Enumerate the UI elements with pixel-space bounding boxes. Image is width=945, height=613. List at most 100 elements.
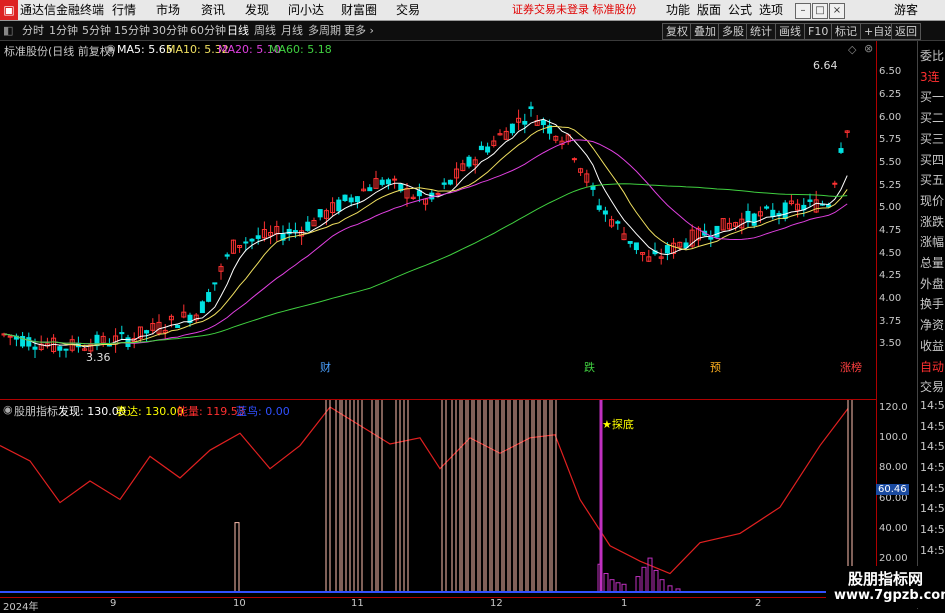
candle-body [348,197,354,203]
quote-column: 委比 3连买一买二买三买四买五现价涨跌涨幅总量外盘换手净资收益自动交易 14:55 1… [917,41,945,609]
purple-bar [603,573,609,593]
indicator-canvas[interactable] [0,391,876,596]
signal-bar [341,391,347,593]
purple-bar [659,579,665,593]
signal-bar [234,522,240,593]
quote-item: 14:55 [920,481,945,495]
indicator-tick: 20.00 [879,553,908,564]
btn-huaxian[interactable]: 画线 [775,23,805,40]
candle-body [224,254,230,257]
quote-item: 14:55 [920,419,945,433]
signal-bar [545,391,551,593]
price-tick: 4.25 [879,270,902,281]
time-axis: 2024年 9 10 11 12 1 2 [0,597,876,613]
menu-gongshi[interactable]: 公式 [728,0,752,20]
tab-fenshi[interactable]: 分时 [22,21,44,40]
signal-bar [455,391,461,593]
tab-5min[interactable]: 5分钟 [82,21,111,40]
marker-zhangbang[interactable]: 涨榜 [840,359,862,375]
candle-body [57,346,63,351]
price-tick: 4.75 [879,225,902,236]
signal-bar [325,391,331,593]
candle-body [807,199,813,202]
tab-30min[interactable]: 30分钟 [152,21,188,40]
menu-shichang[interactable]: 市场 [156,0,180,20]
indicator-toggle-icon[interactable]: ◉ [3,403,13,416]
ma-toggle-icon[interactable]: ◉ [106,42,116,55]
kline-panel[interactable]: 标准股份(日线 前复权) ◉ MA5: 5.65 MA10: 5.32 MA20… [0,41,876,400]
indicator-current-value: 60.46 [876,484,909,495]
signal-bar [473,391,479,593]
maximize-icon[interactable]: □ [812,3,828,19]
btn-f10[interactable]: F10 [804,23,833,40]
tab-weekly[interactable]: 周线 [254,21,276,40]
tab-monthly[interactable]: 月线 [281,21,303,40]
candle-body [441,182,447,185]
candle-body [596,205,602,210]
marker-die[interactable]: 跌 [584,359,595,375]
candle-body [528,106,534,109]
menu-hangqing[interactable]: 行情 [112,0,136,20]
toolbar-collapse-icon[interactable]: ◧ [3,21,13,40]
candle-body [509,123,515,134]
app-title: 通达信金融终端 [20,3,105,17]
menu-banmian[interactable]: 版面 [697,0,721,20]
marker-yu[interactable]: 预 [710,359,721,375]
menu-faxian[interactable]: 发现 [245,0,269,20]
minimize-icon[interactable]: – [795,3,811,19]
close-icon[interactable]: × [829,3,845,19]
btn-tongji[interactable]: 统计 [746,23,776,40]
menu-zixun[interactable]: 资讯 [201,0,225,20]
btn-back[interactable]: 返回 [891,23,921,40]
panel-close-icon[interactable]: ⊗ [864,42,873,55]
btn-duogu[interactable]: 多股 [718,23,748,40]
login-notice[interactable]: 证券交易未登录 标准股份 [512,0,637,20]
menu-xuanxiang[interactable]: 选项 [759,0,783,20]
signal-bar [491,391,497,593]
signal-bar [503,391,509,593]
candle-body [708,236,714,240]
time-label: 11 [351,598,364,609]
indicator-panel[interactable]: ◉ 股朋指标 发现: 130.00 表达: 130.00 能量: 119.53 … [0,391,876,596]
signal-bar [509,391,515,593]
kline-canvas[interactable] [0,41,876,399]
candle-body [385,179,391,185]
quote-item: 收益 [920,338,945,353]
candle-body [354,196,360,203]
quote-item: 14:55 [920,440,945,454]
guest-label[interactable]: 游客 [894,0,918,20]
tab-60min[interactable]: 60分钟 [190,21,226,40]
high-price-note: 6.64 [813,59,838,72]
menu-gongneng[interactable]: 功能 [666,0,690,20]
indicator-tick: 80.00 [879,462,908,473]
purple-bar [609,579,615,593]
candle-body [317,209,323,218]
tab-daily[interactable]: 日线 [227,21,249,40]
candle-body [32,346,38,350]
signal-bar [551,391,557,593]
menu-caifuquan[interactable]: 财富圈 [341,0,377,20]
purple-bar [621,583,627,593]
signal-bar [527,391,533,593]
candle-body [782,202,788,219]
candle-body [255,235,261,239]
tab-15min[interactable]: 15分钟 [114,21,150,40]
marker-cai[interactable]: 财 [320,359,331,375]
candle-body [243,241,249,244]
quote-item: 买二 [920,111,945,126]
btn-diejia[interactable]: 叠加 [690,23,720,40]
candle-body [826,204,832,208]
menu-jiaoyi[interactable]: 交易 [396,0,420,20]
indicator-tick: 100.0 [879,432,908,443]
chevron-right-icon: › [366,24,374,37]
ma-line [3,118,848,348]
btn-fuquan[interactable]: 复权 [662,23,692,40]
tab-more[interactable]: 更多 › [344,21,374,40]
menu-wenxiaoda[interactable]: 问小达 [288,0,324,20]
diamond-icon[interactable]: ◇ [848,43,856,56]
tab-multiperiod[interactable]: 多周期 [308,21,341,40]
quote-item: 14:56 [920,543,945,557]
btn-biaoji[interactable]: 标记 [831,23,861,40]
time-label: 2 [755,598,762,609]
tab-1min[interactable]: 1分钟 [49,21,78,40]
